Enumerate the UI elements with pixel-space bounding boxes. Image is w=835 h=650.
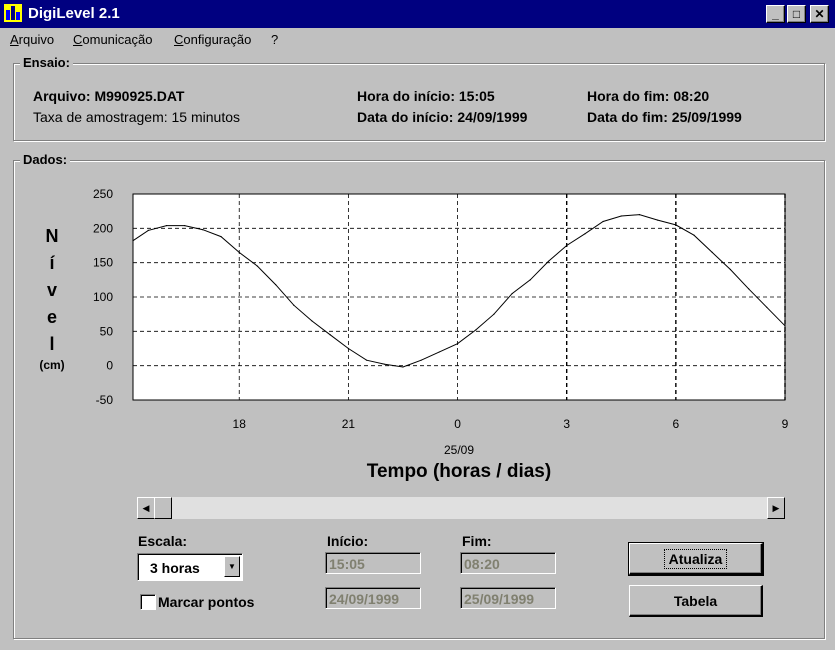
menu-comunicacao[interactable]: Comunicação [73,32,153,47]
fim-time-field[interactable]: 08:20 [460,552,556,574]
data-point [584,233,586,235]
menu-bar: Arquivo Comunicação Configuração ? [0,28,835,52]
escala-label: Escala: [138,533,188,549]
data-point [347,347,349,350]
data-point [511,292,513,295]
data-point [602,220,604,223]
y-axis-label-letter: í [49,253,55,273]
x-tick-label: 18 [233,417,247,431]
x-tick-label: 6 [673,417,680,431]
data-point [184,224,186,227]
menu-arquivo[interactable]: Arquivo [10,32,54,47]
y-tick-label: 200 [93,221,113,235]
data-point [147,229,149,231]
y-tick-label: -50 [96,393,114,407]
scroll-thumb[interactable] [154,497,172,519]
data-point [256,265,259,267]
title-bar[interactable]: DigiLevel 2.1 _ □ ✕ [0,0,835,28]
data-point [165,224,168,227]
inicio-time-field[interactable]: 15:05 [325,552,421,574]
y-axis-unit: (cm) [39,358,64,372]
data-point [132,240,134,242]
data-point [438,351,440,353]
x-tick-label: 3 [563,417,570,431]
marcar-pontos-label[interactable]: Marcar pontos [158,594,254,610]
y-tick-label: 250 [93,187,113,201]
data-point [365,359,368,361]
scroll-right-button[interactable]: ▶ [767,497,785,519]
data-point [547,260,550,262]
dados-group-label: Dados: [20,152,71,167]
arquivo-info: Arquivo: M990925.DAT [33,88,185,104]
atualiza-button[interactable]: Atualiza [628,542,764,576]
data-point [620,215,622,217]
data-point [638,214,641,216]
close-button[interactable]: ✕ [810,5,829,23]
maximize-button[interactable]: □ [787,5,806,23]
minimize-button[interactable]: _ [766,5,785,23]
fim-label: Fim: [462,533,492,549]
escala-select[interactable]: 3 horas ▼ [137,553,243,581]
data-point [566,244,568,247]
x-tick-label: 21 [342,417,356,431]
ensaio-group-label: Ensaio: [20,55,73,70]
data-point [384,363,386,365]
scroll-left-button[interactable]: ◀ [137,497,155,519]
taxa-info: Taxa de amostragem: 15 minutos [33,109,240,125]
data-point [275,284,277,286]
escala-value: 3 horas [150,560,200,576]
y-tick-label: 50 [100,324,114,338]
date-label: 25/09 [444,443,474,457]
data-point [657,219,659,221]
tabela-button[interactable]: Tabela [629,585,763,617]
y-axis-label-letter: e [47,307,57,327]
data-point [475,329,477,331]
y-tick-label: 0 [106,359,113,373]
data-point [402,366,404,368]
fim-date-field[interactable]: 25/09/1999 [460,587,556,609]
x-axis-title: Tempo (horas / dias) [367,461,551,482]
y-tick-label: 100 [93,290,113,304]
inicio-date-field[interactable]: 24/09/1999 [325,587,421,609]
data-point [329,334,331,336]
data-point [729,268,732,271]
x-tick-label: 9 [782,417,789,431]
data-point [293,304,295,306]
inicio-label: Início: [327,533,369,549]
y-axis-label-letter: v [47,280,57,300]
data-point [238,251,240,253]
data-point [711,251,713,253]
y-axis-label-letter: N [46,226,59,246]
data-point [220,235,222,238]
y-axis-label-letter: l [49,334,54,354]
data-point [529,279,531,281]
data-point [202,229,204,231]
app-icon [4,4,22,22]
window-title: DigiLevel 2.1 [28,5,120,22]
data-point [675,224,677,226]
data-point [693,234,695,236]
marcar-pontos-checkbox[interactable] [140,594,156,610]
y-tick-label: 150 [93,256,113,270]
data-point [493,313,495,315]
dropdown-arrow-icon[interactable]: ▼ [224,556,240,577]
data-point [748,288,750,290]
data-point [420,359,422,361]
time-scrollbar[interactable]: ◀ ▶ [137,497,785,519]
menu-configuracao[interactable]: Configuração [174,32,251,47]
hora-fim-info: Hora do fim: 08:20 [587,88,710,104]
data-point [311,320,313,322]
level-chart: 250 200 150 100 50 0 -50 18 21 0 3 6 9 (cm) Nível 2… [39,187,789,482]
data-fim-info: Data do fim: 25/09/1999 [587,109,742,125]
hora-inicio-info: Hora do início: 15:05 [357,88,495,104]
data-point [456,343,459,345]
data-point [766,306,768,308]
data-inicio-info: Data do início: 24/09/1999 [357,109,528,125]
data-point [784,325,786,327]
menu-help[interactable]: ? [271,32,278,47]
x-tick-label: 0 [454,417,461,431]
